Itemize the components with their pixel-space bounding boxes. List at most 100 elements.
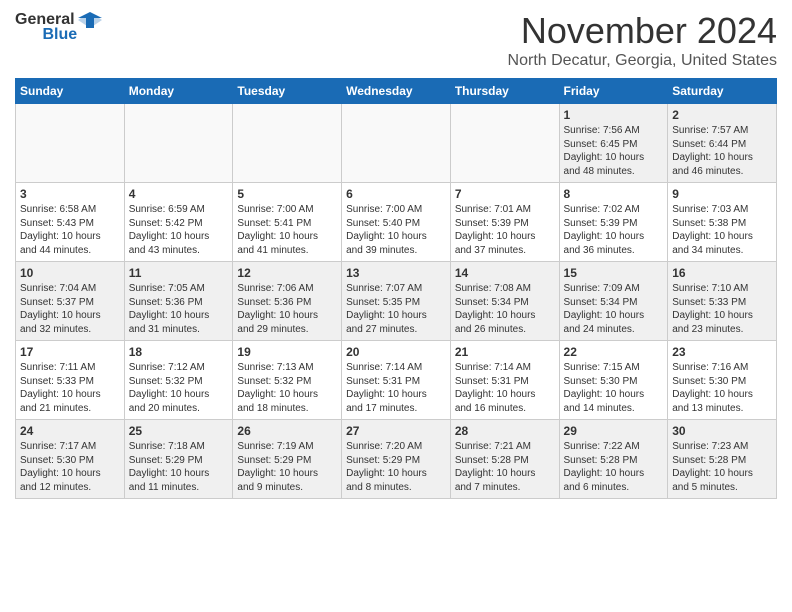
calendar-cell: 1 Sunrise: 7:56 AM Sunset: 6:45 PM Daylig… [559, 104, 668, 183]
day-number: 29 [564, 424, 664, 438]
calendar-cell: 13 Sunrise: 7:07 AM Sunset: 5:35 PM Dayli… [342, 262, 451, 341]
day-info: Sunrise: 7:08 AM Sunset: 5:34 PM Dayligh… [455, 282, 555, 336]
day-number: 7 [455, 187, 555, 201]
day-info: Sunrise: 7:02 AM Sunset: 5:39 PM Dayligh… [564, 203, 664, 257]
day-header-saturday: Saturday [668, 79, 777, 104]
calendar-week-row: 3Sunrise: 6:58 AM Sunset: 5:43 PM Daylig… [16, 183, 777, 262]
day-info: Sunrise: 7:07 AM Sunset: 5:35 PM Dayligh… [346, 282, 446, 336]
logo: General Blue [15, 10, 105, 44]
day-info: Sunrise: 7:00 AM Sunset: 5:41 PM Dayligh… [237, 203, 337, 257]
day-number: 28 [455, 424, 555, 438]
day-info: Sunrise: 7:14 AM Sunset: 5:31 PM Dayligh… [346, 361, 446, 415]
location: North Decatur, Georgia, United States [508, 52, 777, 70]
day-info: Sunrise: 7:56 AM Sunset: 6:45 PM Dayligh… [564, 124, 664, 178]
day-number: 30 [672, 424, 772, 438]
calendar-cell: 27 Sunrise: 7:20 AM Sunset: 5:29 PM Dayli… [342, 420, 451, 499]
calendar-cell: 4 Sunrise: 6:59 AM Sunset: 5:42 PM Daylig… [124, 183, 233, 262]
day-header-friday: Friday [559, 79, 668, 104]
calendar-cell: 21Sunrise: 7:14 AM Sunset: 5:31 PM Dayli… [450, 341, 559, 420]
day-info: Sunrise: 7:21 AM Sunset: 5:28 PM Dayligh… [455, 440, 555, 494]
calendar-cell: 5 Sunrise: 7:00 AM Sunset: 5:41 PM Daylig… [233, 183, 342, 262]
day-info: Sunrise: 7:10 AM Sunset: 5:33 PM Dayligh… [672, 282, 772, 336]
day-number: 20 [346, 345, 446, 359]
day-info: Sunrise: 7:09 AM Sunset: 5:34 PM Dayligh… [564, 282, 664, 336]
calendar-week-row: 10Sunrise: 7:04 AM Sunset: 5:37 PM Dayli… [16, 262, 777, 341]
day-number: 25 [129, 424, 229, 438]
calendar-cell: 24 Sunrise: 7:17 AM Sunset: 5:30 PM Dayli… [16, 420, 125, 499]
day-number: 8 [564, 187, 664, 201]
day-info: Sunrise: 7:12 AM Sunset: 5:32 PM Dayligh… [129, 361, 229, 415]
calendar-cell [450, 104, 559, 183]
calendar-cell: 8 Sunrise: 7:02 AM Sunset: 5:39 PM Daylig… [559, 183, 668, 262]
day-number: 24 [20, 424, 120, 438]
page-container: General Blue November 2024 North Decatur… [0, 0, 792, 509]
day-number: 11 [129, 266, 229, 280]
day-number: 5 [237, 187, 337, 201]
calendar-cell: 26 Sunrise: 7:19 AM Sunset: 5:29 PM Dayli… [233, 420, 342, 499]
day-header-wednesday: Wednesday [342, 79, 451, 104]
day-info: Sunrise: 7:13 AM Sunset: 5:32 PM Dayligh… [237, 361, 337, 415]
day-info: Sunrise: 7:14 AM Sunset: 5:31 PM Dayligh… [455, 361, 555, 415]
day-info: Sunrise: 7:03 AM Sunset: 5:38 PM Dayligh… [672, 203, 772, 257]
calendar-cell: 15 Sunrise: 7:09 AM Sunset: 5:34 PM Dayli… [559, 262, 668, 341]
day-number: 17 [20, 345, 120, 359]
day-number: 18 [129, 345, 229, 359]
day-info: Sunrise: 7:11 AM Sunset: 5:33 PM Dayligh… [20, 361, 120, 415]
day-info: Sunrise: 7:16 AM Sunset: 5:30 PM Dayligh… [672, 361, 772, 415]
calendar-week-row: 24 Sunrise: 7:17 AM Sunset: 5:30 PM Dayli… [16, 420, 777, 499]
day-number: 1 [564, 108, 664, 122]
calendar-cell: 9Sunrise: 7:03 AM Sunset: 5:38 PM Daylig… [668, 183, 777, 262]
day-number: 23 [672, 345, 772, 359]
day-number: 4 [129, 187, 229, 201]
calendar-cell: 10Sunrise: 7:04 AM Sunset: 5:37 PM Dayli… [16, 262, 125, 341]
calendar-cell: 25 Sunrise: 7:18 AM Sunset: 5:29 PM Dayli… [124, 420, 233, 499]
logo-blue: Blue [42, 26, 77, 44]
day-info: Sunrise: 7:19 AM Sunset: 5:29 PM Dayligh… [237, 440, 337, 494]
calendar-cell: 12 Sunrise: 7:06 AM Sunset: 5:36 PM Dayli… [233, 262, 342, 341]
calendar-cell: 19 Sunrise: 7:13 AM Sunset: 5:32 PM Dayli… [233, 341, 342, 420]
calendar-cell: 3Sunrise: 6:58 AM Sunset: 5:43 PM Daylig… [16, 183, 125, 262]
day-number: 26 [237, 424, 337, 438]
calendar-cell: 23 Sunrise: 7:16 AM Sunset: 5:30 PM Dayli… [668, 341, 777, 420]
calendar-week-row: 1 Sunrise: 7:56 AM Sunset: 6:45 PM Daylig… [16, 104, 777, 183]
day-info: Sunrise: 7:20 AM Sunset: 5:29 PM Dayligh… [346, 440, 446, 494]
day-number: 16 [672, 266, 772, 280]
day-number: 15 [564, 266, 664, 280]
calendar-cell: 17 Sunrise: 7:11 AM Sunset: 5:33 PM Dayli… [16, 341, 125, 420]
calendar-cell: 28 Sunrise: 7:21 AM Sunset: 5:28 PM Dayli… [450, 420, 559, 499]
calendar-cell: 20 Sunrise: 7:14 AM Sunset: 5:31 PM Dayli… [342, 341, 451, 420]
day-info: Sunrise: 7:05 AM Sunset: 5:36 PM Dayligh… [129, 282, 229, 336]
day-info: Sunrise: 7:17 AM Sunset: 5:30 PM Dayligh… [20, 440, 120, 494]
calendar-cell: 29Sunrise: 7:22 AM Sunset: 5:28 PM Dayli… [559, 420, 668, 499]
day-number: 27 [346, 424, 446, 438]
calendar-cell: 7Sunrise: 7:01 AM Sunset: 5:39 PM Daylig… [450, 183, 559, 262]
day-info: Sunrise: 7:57 AM Sunset: 6:44 PM Dayligh… [672, 124, 772, 178]
day-number: 3 [20, 187, 120, 201]
day-number: 19 [237, 345, 337, 359]
day-number: 14 [455, 266, 555, 280]
day-number: 10 [20, 266, 120, 280]
day-header-monday: Monday [124, 79, 233, 104]
day-header-tuesday: Tuesday [233, 79, 342, 104]
day-number: 22 [564, 345, 664, 359]
day-number: 13 [346, 266, 446, 280]
calendar-cell [16, 104, 125, 183]
day-info: Sunrise: 7:15 AM Sunset: 5:30 PM Dayligh… [564, 361, 664, 415]
calendar-week-row: 17 Sunrise: 7:11 AM Sunset: 5:33 PM Dayli… [16, 341, 777, 420]
day-number: 12 [237, 266, 337, 280]
month-title: November 2024 [508, 10, 777, 52]
day-info: Sunrise: 7:00 AM Sunset: 5:40 PM Dayligh… [346, 203, 446, 257]
header-area: General Blue November 2024 North Decatur… [15, 10, 777, 70]
day-number: 2 [672, 108, 772, 122]
calendar-table: SundayMondayTuesdayWednesdayThursdayFrid… [15, 78, 777, 499]
day-info: Sunrise: 6:59 AM Sunset: 5:42 PM Dayligh… [129, 203, 229, 257]
logo-icon [76, 10, 104, 30]
day-info: Sunrise: 7:06 AM Sunset: 5:36 PM Dayligh… [237, 282, 337, 336]
calendar-cell: 18 Sunrise: 7:12 AM Sunset: 5:32 PM Dayli… [124, 341, 233, 420]
day-info: Sunrise: 7:23 AM Sunset: 5:28 PM Dayligh… [672, 440, 772, 494]
calendar-cell: 14 Sunrise: 7:08 AM Sunset: 5:34 PM Dayli… [450, 262, 559, 341]
calendar-cell: 6Sunrise: 7:00 AM Sunset: 5:40 PM Daylig… [342, 183, 451, 262]
title-area: November 2024 North Decatur, Georgia, Un… [508, 10, 777, 70]
day-header-thursday: Thursday [450, 79, 559, 104]
day-info: Sunrise: 7:18 AM Sunset: 5:29 PM Dayligh… [129, 440, 229, 494]
